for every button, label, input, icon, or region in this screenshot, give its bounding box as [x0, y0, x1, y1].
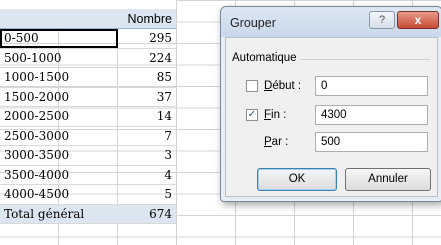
row-label-cell[interactable]: 4000-4500	[0, 184, 118, 205]
pivot-table: Nombre 0-500 295 500-1000 224 1000-1500 …	[0, 9, 176, 224]
start-label: Début :	[264, 80, 301, 92]
table-row: 4000-4500 5	[0, 184, 176, 205]
end-input[interactable]: 4300	[315, 105, 428, 125]
dialog-body: Automatique Début : 0 ✓ Fin : 4300 Par :…	[225, 37, 438, 197]
row-value-cell[interactable]: 14	[118, 106, 176, 127]
group-dialog: Grouper ? x Automatique Début : 0 ✓ Fin …	[220, 6, 441, 202]
row-value-cell[interactable]: 3	[118, 145, 176, 166]
by-input[interactable]: 500	[315, 132, 428, 152]
total-value-cell[interactable]: 674	[118, 203, 176, 224]
row-value-cell[interactable]: 7	[118, 126, 176, 146]
by-label: Par :	[264, 136, 288, 148]
sheet-top-strip	[0, 0, 176, 9]
end-label: Fin :	[264, 109, 286, 121]
checkmark-icon: ✓	[247, 109, 257, 120]
table-row: 500-1000 224	[0, 48, 176, 68]
close-icon: x	[414, 13, 422, 27]
table-row: 1000-1500 85	[0, 67, 176, 88]
table-row: 3000-3500 3	[0, 145, 176, 166]
by-label-rest: ar :	[271, 136, 289, 148]
row-value-cell[interactable]: 37	[118, 87, 176, 107]
row-label-cell[interactable]: 2500-3000	[0, 126, 118, 146]
pivot-header-label[interactable]	[0, 9, 118, 29]
row-value-cell[interactable]: 224	[118, 48, 176, 68]
start-label-rest: ébut :	[272, 80, 302, 92]
end-label-rest: in :	[271, 109, 287, 121]
row-label-cell[interactable]: 0-500	[0, 28, 118, 49]
close-button[interactable]: x	[397, 11, 439, 29]
dialog-title: Grouper	[230, 16, 276, 30]
row-value-cell[interactable]: 5	[118, 184, 176, 205]
row-label-cell[interactable]: 3500-4000	[0, 165, 118, 185]
row-value-cell[interactable]: 4	[118, 165, 176, 185]
end-label-accel: F	[264, 109, 272, 121]
table-row: 3500-4000 4	[0, 165, 176, 185]
row-label-cell[interactable]: 3000-3500	[0, 145, 118, 166]
row-value-cell[interactable]: 85	[118, 67, 176, 88]
help-icon: ?	[378, 14, 386, 26]
row-value-cell[interactable]: 295	[118, 28, 176, 49]
table-row: 0-500 295	[0, 28, 176, 49]
row-label-cell[interactable]: 500-1000	[0, 48, 118, 68]
total-label-cell[interactable]: Total général	[0, 203, 118, 224]
group-box-label: Automatique	[232, 52, 301, 64]
dialog-titlebar[interactable]: Grouper ? x	[221, 7, 441, 37]
start-checkbox[interactable]	[246, 80, 258, 92]
row-label-cell[interactable]: 2000-2500	[0, 106, 118, 127]
pivot-header-row: Nombre	[0, 9, 176, 29]
by-label-accel: P	[264, 136, 272, 148]
help-button[interactable]: ?	[369, 11, 395, 29]
table-row: 2500-3000 7	[0, 126, 176, 146]
pivot-header-value[interactable]: Nombre	[118, 9, 176, 29]
ok-button[interactable]: OK	[257, 168, 337, 191]
start-input[interactable]: 0	[315, 76, 428, 96]
group-box-divider	[300, 59, 430, 60]
cancel-button[interactable]: Annuler	[345, 168, 431, 191]
table-row: 1500-2000 37	[0, 87, 176, 107]
end-checkbox[interactable]: ✓	[246, 109, 258, 121]
row-label-cell[interactable]: 1000-1500	[0, 67, 118, 88]
pivot-total-row: Total général 674	[0, 203, 176, 224]
table-row: 2000-2500 14	[0, 106, 176, 127]
row-label-cell[interactable]: 1500-2000	[0, 87, 118, 107]
